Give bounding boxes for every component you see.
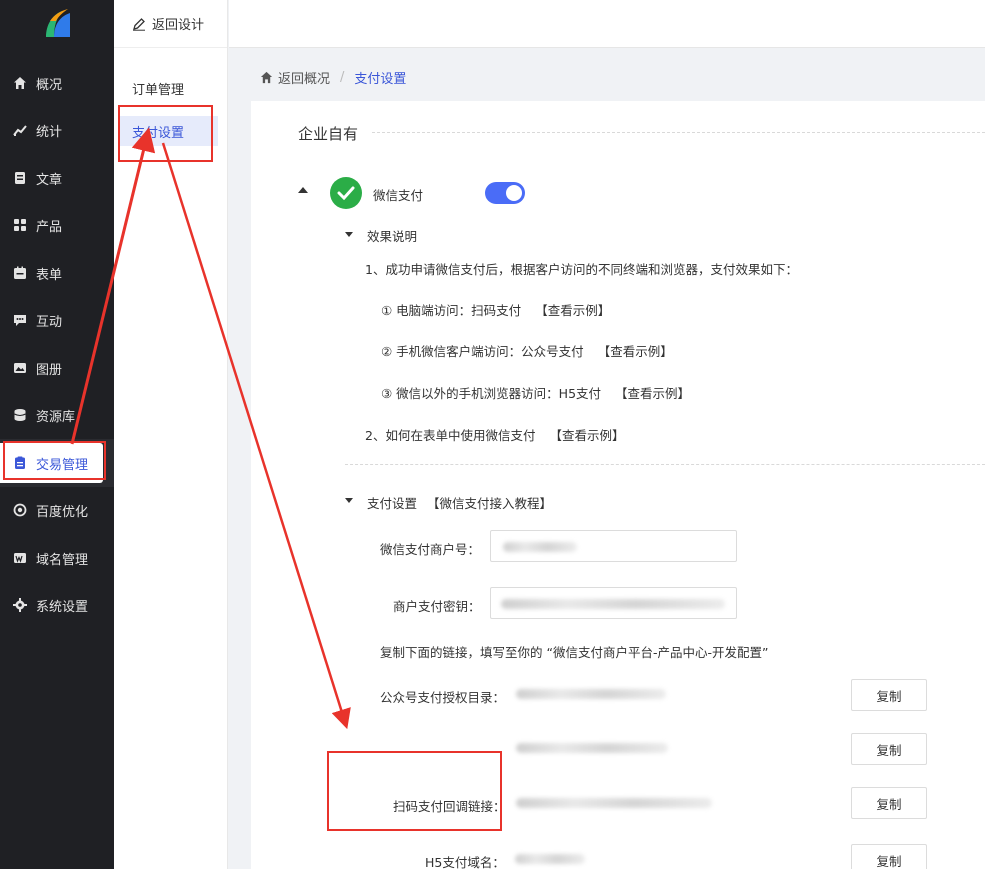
stats-icon — [12, 122, 28, 138]
wechat-pay-label: 微信支付 — [373, 188, 424, 203]
gear-icon — [12, 597, 28, 613]
annotation-box-payment-settings — [118, 105, 213, 162]
effect-line-2: 2、如何在表单中使用微信支付 【查看示例】 — [365, 425, 624, 444]
jsapi-dir-label: 公众号支付授权目录： — [380, 690, 506, 705]
product-icon — [12, 217, 28, 233]
sidebar-item-label: 资源库 — [36, 409, 76, 425]
article-icon — [12, 170, 28, 186]
sidebar-item-label: 产品 — [36, 219, 63, 235]
top-bar — [229, 0, 985, 48]
effect-item-mobile-browser: ③ 微信以外的手机浏览器访问：H5支付 【查看示例】 — [381, 383, 690, 402]
back-to-design-button[interactable]: 返回设计 — [114, 0, 227, 48]
logo-icon — [46, 9, 70, 37]
section-divider — [372, 132, 985, 133]
pay-collapse-icon[interactable] — [345, 498, 353, 503]
copy-button[interactable]: 复制 — [851, 733, 927, 765]
breadcrumb-home-link[interactable]: 返回概况 — [278, 68, 330, 87]
copy-button[interactable]: 复制 — [851, 787, 927, 819]
effect-item-wechat-client: ② 手机微信客户端访问：公众号支付 【查看示例】 — [381, 341, 673, 360]
copy-button[interactable]: 复制 — [851, 679, 927, 711]
sidebar-item-product[interactable]: 产品 — [0, 205, 114, 245]
effect-divider — [345, 464, 985, 465]
annotation-box-trade — [3, 441, 106, 480]
masked-value — [503, 542, 577, 552]
domain-icon — [12, 550, 28, 566]
view-example-link[interactable]: 【查看示例】 — [615, 386, 690, 401]
sidebar-item-album[interactable]: 图册 — [0, 348, 114, 388]
breadcrumb-separator: / — [340, 70, 345, 85]
home-icon — [260, 71, 273, 84]
sidebar-item-label: 概况 — [36, 77, 63, 93]
effect-item-pc: ① 电脑端访问：扫码支付 【查看示例】 — [381, 300, 610, 319]
edit-icon — [132, 17, 146, 31]
merchant-key-label: 商户支付密钥： — [393, 599, 481, 614]
wechat-tutorial-link[interactable]: 【微信支付接入教程】 — [427, 496, 552, 511]
effect-line-2-text: 2、如何在表单中使用微信支付 — [365, 428, 536, 443]
chat-icon — [12, 312, 28, 328]
sidebar-item-stats[interactable]: 统计 — [0, 110, 114, 150]
effect-title: 效果说明 — [367, 229, 418, 244]
view-example-link[interactable]: 【查看示例】 — [535, 303, 610, 318]
database-icon — [12, 407, 28, 423]
main-sidebar: 概况 统计 文章 产品 表单 互动 图册 资源库 交易管理 百度优化 域名管理 — [0, 0, 114, 869]
masked-value — [501, 599, 725, 609]
collapse-icon[interactable] — [298, 187, 308, 193]
app-logo[interactable] — [0, 0, 114, 48]
effect-item-text: ③ 微信以外的手机浏览器访问：H5支付 — [381, 386, 602, 401]
wechat-pay-toggle[interactable] — [485, 182, 525, 204]
effect-collapse-icon[interactable] — [345, 232, 353, 237]
section-title: 企业自有 — [298, 125, 359, 143]
sidebar-item-label: 百度优化 — [36, 504, 89, 520]
album-icon — [12, 360, 28, 376]
sidebar-item-label: 文章 — [36, 172, 63, 188]
toggle-knob — [506, 185, 522, 201]
sidebar-item-label: 互动 — [36, 314, 63, 330]
sidebar-item-settings[interactable]: 系统设置 — [0, 585, 114, 625]
sidebar-item-form[interactable]: 表单 — [0, 253, 114, 293]
copy-hint: 复制下面的链接，填写至你的 “微信支付商户平台-产品中心-开发配置” — [380, 645, 769, 660]
sidebar-item-article[interactable]: 文章 — [0, 158, 114, 198]
masked-url — [516, 798, 712, 808]
form-icon — [12, 265, 28, 281]
sidebar-item-label: 图册 — [36, 362, 63, 378]
effect-item-text: ② 手机微信客户端访问：公众号支付 — [381, 344, 584, 359]
copy-button[interactable]: 复制 — [851, 844, 927, 869]
merchant-id-label: 微信支付商户号： — [380, 542, 481, 557]
pay-settings-title: 支付设置 【微信支付接入教程】 — [367, 493, 552, 512]
sidebar-item-domain[interactable]: 域名管理 — [0, 538, 114, 578]
h5-domain-label: H5支付域名： — [425, 855, 505, 869]
breadcrumb: 返回概况 / 支付设置 — [260, 68, 406, 87]
sidebar-item-label: 表单 — [36, 267, 63, 283]
wechat-pay-icon — [330, 177, 362, 209]
view-example-link[interactable]: 【查看示例】 — [598, 344, 673, 359]
home-icon — [12, 75, 28, 91]
effect-line-1: 1、成功申请微信支付后，根据客户访问的不同终端和浏览器，支付效果如下： — [365, 262, 798, 277]
merchant-id-input[interactable] — [490, 530, 737, 562]
sidebar-item-label: 域名管理 — [36, 552, 89, 568]
masked-url — [516, 743, 668, 753]
annotation-box-callback — [327, 751, 502, 831]
sidebar-item-interact[interactable]: 互动 — [0, 300, 114, 340]
masked-url — [516, 689, 666, 699]
sidebar-item-label: 统计 — [36, 124, 63, 140]
breadcrumb-current: 支付设置 — [354, 72, 407, 87]
pay-settings-title-text: 支付设置 — [367, 496, 418, 511]
view-example-link[interactable]: 【查看示例】 — [549, 428, 624, 443]
effect-item-text: ① 电脑端访问：扫码支付 — [381, 303, 522, 318]
masked-url — [515, 854, 585, 864]
back-to-design-label: 返回设计 — [152, 18, 205, 33]
sidebar-item-label: 系统设置 — [36, 599, 89, 615]
sub-item-orders[interactable]: 订单管理 — [120, 73, 218, 103]
seo-icon — [12, 502, 28, 518]
sidebar-item-seo[interactable]: 百度优化 — [0, 490, 114, 530]
sidebar-item-overview[interactable]: 概况 — [0, 63, 114, 103]
merchant-key-input[interactable] — [490, 587, 737, 619]
sub-item-label: 订单管理 — [132, 82, 185, 98]
sidebar-item-resources[interactable]: 资源库 — [0, 395, 114, 435]
